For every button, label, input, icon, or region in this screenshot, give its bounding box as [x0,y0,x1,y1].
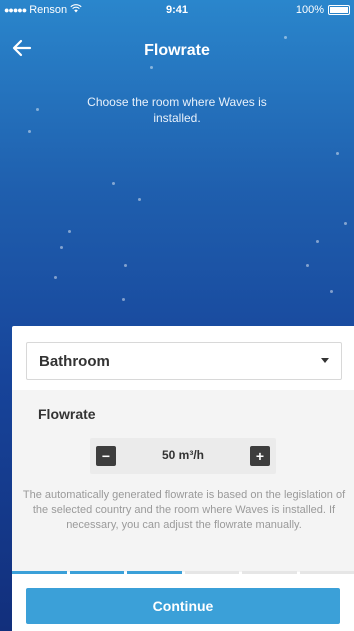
flowrate-screen: ●●●●● Renson 9:41 100% Flowrate Choose t… [0,0,354,631]
room-select-value: Bathroom [39,353,110,370]
flowrate-value: 50 m³/h [161,448,204,462]
progress-step [127,571,182,574]
progress-step [12,571,67,574]
flowrate-heading: Flowrate [38,406,96,422]
page-title: Flowrate [144,42,210,59]
decrease-button[interactable]: − [96,446,116,466]
nav-bar: Flowrate [0,32,354,72]
room-select[interactable]: Bathroom [26,342,342,380]
status-bar: ●●●●● Renson 9:41 100% [0,0,354,20]
battery-percent: 100% [295,4,324,16]
progress-step [299,571,354,574]
continue-button[interactable]: Continue [26,588,340,624]
flowrate-stepper: − 50 m³/h + [90,438,276,474]
progress-step [184,571,239,574]
progress-step [69,571,124,574]
flowrate-description: The automatically generated flowrate is … [22,489,346,531]
progress-step [242,571,297,574]
battery-icon [328,5,350,15]
settings-card: Bathroom Flowrate − 50 m³/h + The automa… [12,326,354,631]
caret-down-icon [321,358,329,363]
instruction-text: Choose the room where Waves is installed… [87,95,267,125]
increase-button[interactable]: + [250,446,270,466]
flowrate-section: Flowrate − 50 m³/h + The automatically g… [12,390,354,572]
status-right: 100% [296,4,350,16]
progress-indicator [12,571,354,574]
